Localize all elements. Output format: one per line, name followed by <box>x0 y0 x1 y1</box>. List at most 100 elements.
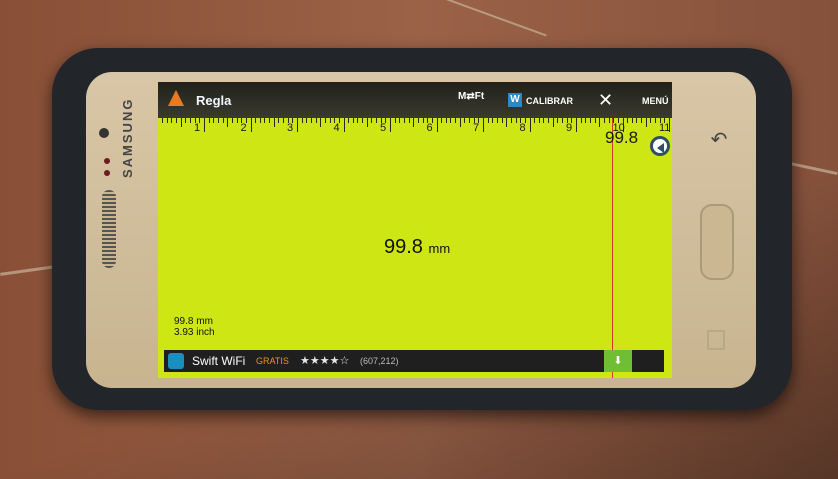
download-icon[interactable]: ⬇ <box>604 350 632 372</box>
ruler-tick <box>352 118 354 123</box>
ruler-tick <box>376 118 378 123</box>
ruler-tick <box>459 118 461 127</box>
front-camera <box>99 128 109 138</box>
ruler-tick <box>320 118 322 127</box>
calibrate-icon[interactable]: W <box>508 93 522 107</box>
ruler-tick <box>348 118 350 123</box>
home-button[interactable] <box>700 204 734 280</box>
ruler-tick <box>176 118 178 123</box>
ruler-tick <box>250 118 252 132</box>
ruler-number: 2 <box>240 122 247 134</box>
measurement-summary: 99.8 mm 3.93 inch <box>174 316 215 338</box>
ruler-tick <box>399 118 401 123</box>
app-toolbar: Regla M⇄Ft W CALIBRAR ✕ MENÚ <box>158 82 672 118</box>
recent-apps-button[interactable] <box>707 330 725 350</box>
ruler-tick <box>650 118 652 123</box>
ruler-tick <box>599 118 601 127</box>
ruler-tick <box>548 118 550 123</box>
ruler-tick <box>315 118 317 123</box>
ruler-tick <box>492 118 494 123</box>
sensor-dot <box>104 170 110 176</box>
ruler-number: 7 <box>473 122 480 134</box>
ruler-tick <box>222 118 224 123</box>
brand-logo: SAMSUNG <box>120 97 135 178</box>
measurement-unit: mm <box>428 241 451 256</box>
ruler-tick <box>180 118 182 127</box>
ruler-scale: 1 2 3 4 5 6 7 8 9 10 11 <box>158 118 672 140</box>
ruler-tick <box>557 118 559 123</box>
sensor-dot <box>104 158 110 164</box>
calibrate-button[interactable]: CALIBRAR <box>526 96 573 106</box>
ruler-tick <box>278 118 280 123</box>
ruler-tick <box>487 118 489 123</box>
ruler-tick <box>441 118 443 123</box>
drag-handle-icon[interactable] <box>650 136 670 156</box>
ruler-tick <box>631 118 633 123</box>
menu-button[interactable]: MENÚ <box>642 96 669 106</box>
ruler-tick <box>213 118 215 123</box>
ruler-number: 6 <box>426 122 433 134</box>
ruler-tick <box>310 118 312 123</box>
ruler-tick <box>580 118 582 123</box>
ruler-tick <box>329 118 331 123</box>
back-button[interactable]: ↶ <box>707 128 731 152</box>
ruler-tick <box>506 118 508 127</box>
ruler-tick <box>297 118 298 132</box>
measure-line[interactable] <box>612 118 613 378</box>
ruler-number: 11 <box>659 122 671 134</box>
ruler-tick <box>273 118 275 127</box>
summary-inch: 3.93 inch <box>174 327 215 338</box>
ruler-tick <box>534 118 536 123</box>
ruler-tick <box>227 118 229 127</box>
ruler-tick <box>562 118 564 123</box>
ruler-logo-icon <box>168 90 184 106</box>
ruler-tick <box>594 118 596 123</box>
ruler-tick <box>501 118 503 123</box>
ruler-tick <box>259 118 261 123</box>
ad-rating-stars: ★★★★☆ <box>300 355 350 367</box>
ruler-tick <box>301 118 303 123</box>
ruler-tick <box>357 118 359 123</box>
ruler-tick <box>483 118 484 132</box>
ruler-tick <box>324 118 326 123</box>
ruler-tick <box>390 118 391 132</box>
ruler-tick <box>464 118 466 123</box>
ruler-tick <box>576 118 577 132</box>
app-screen: Regla M⇄Ft W CALIBRAR ✕ MENÚ 1 2 3 4 5 6 7 8 9 10… <box>158 82 672 378</box>
ruler-tick <box>455 118 457 123</box>
ruler-tick <box>231 118 233 123</box>
ruler-number: 9 <box>566 122 573 134</box>
units-toggle-button[interactable]: M⇄Ft <box>458 92 484 102</box>
ruler-tick <box>162 118 164 123</box>
ruler-tick <box>185 118 187 123</box>
close-icon[interactable]: ✕ <box>598 90 613 111</box>
ruler-tick <box>450 118 452 123</box>
ruler-tick <box>208 118 210 123</box>
measurement-value: 99.8 <box>384 236 423 258</box>
ruler-reading: 99.8 <box>605 128 639 147</box>
ruler-tick <box>264 118 266 123</box>
ruler-tick <box>413 118 415 127</box>
ad-banner[interactable]: Swift WiFi GRATIS ★★★★☆ (607,212) ⬇ <box>164 350 664 372</box>
ruler-tick <box>166 118 168 123</box>
ruler-tick <box>552 118 554 127</box>
ruler-tick <box>469 118 471 123</box>
ruler-tick <box>403 118 405 123</box>
ruler-tick <box>496 118 498 123</box>
ad-review-count: (607,212) <box>360 356 399 366</box>
ruler-number: 1 <box>194 122 201 134</box>
ruler-tick <box>269 118 271 123</box>
ruler-tick <box>217 118 219 123</box>
ruler-tick <box>343 118 345 132</box>
ruler-number: 3 <box>287 122 294 134</box>
ruler-tick <box>608 118 610 123</box>
ruler-tick <box>543 118 545 123</box>
ruler-tick <box>436 118 438 132</box>
earpiece-speaker <box>102 190 116 268</box>
ruler-tick <box>422 118 424 123</box>
ruler-number: 5 <box>380 122 387 134</box>
ruler-tick <box>408 118 410 123</box>
ruler-tick <box>538 118 540 123</box>
ruler-tick <box>515 118 517 123</box>
ruler-tick <box>636 118 638 123</box>
